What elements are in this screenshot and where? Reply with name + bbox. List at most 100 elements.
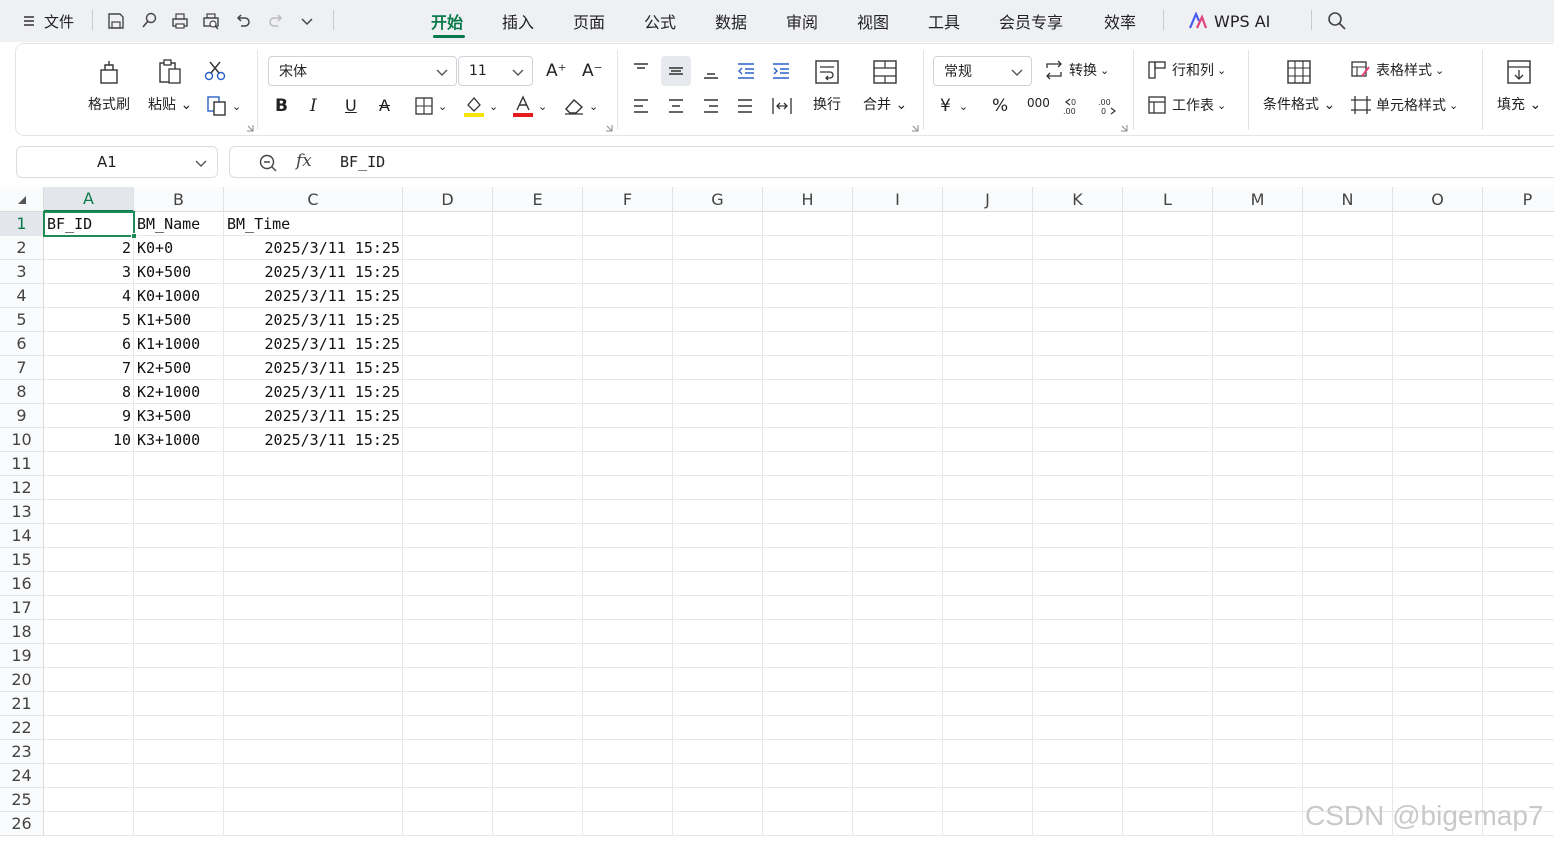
tab-efficiency[interactable]: 效率	[1104, 0, 1136, 42]
cell-bf-id[interactable]: 7	[44, 356, 134, 380]
row-header-22[interactable]: 22	[0, 716, 44, 740]
align-left-button[interactable]	[632, 98, 650, 114]
bold-button[interactable]: B	[275, 96, 288, 116]
row-header-8[interactable]: 8	[0, 380, 44, 404]
tab-data[interactable]: 数据	[715, 0, 747, 42]
function-wizard-button[interactable]: fx	[296, 151, 312, 171]
row-header-2[interactable]: 2	[0, 236, 44, 260]
row-header-11[interactable]: 11	[0, 452, 44, 476]
column-header-a[interactable]: A	[44, 187, 134, 212]
currency-format-button[interactable]: ¥ ⌄	[940, 96, 968, 116]
header-cell[interactable]: BF_ID	[44, 212, 134, 236]
cell-bm-name[interactable]: K3+500	[134, 404, 224, 428]
conditional-format-button[interactable]: 条件格式 ⌄	[1263, 58, 1335, 114]
decrease-decimal-button[interactable]: .00 0	[1097, 95, 1119, 115]
cell-bm-name[interactable]: K1+500	[134, 308, 224, 332]
row-header-14[interactable]: 14	[0, 524, 44, 548]
select-all-button[interactable]	[0, 187, 44, 212]
row-header-18[interactable]: 18	[0, 620, 44, 644]
format-painter-button[interactable]: 格式刷	[88, 58, 130, 114]
group-launcher-icon[interactable]	[246, 124, 254, 132]
cell-bm-time[interactable]: 2025/3/11 15:25	[224, 284, 403, 308]
header-cell[interactable]: BM_Name	[134, 212, 224, 236]
align-middle-button[interactable]	[661, 56, 691, 86]
print-preview-button[interactable]	[201, 0, 221, 42]
cell-bm-time[interactable]: 2025/3/11 15:25	[224, 236, 403, 260]
row-header-26[interactable]: 26	[0, 812, 44, 836]
cell-bf-id[interactable]: 3	[44, 260, 134, 284]
row-header-25[interactable]: 25	[0, 788, 44, 812]
cell-bm-name[interactable]: K3+1000	[134, 428, 224, 452]
row-header-9[interactable]: 9	[0, 404, 44, 428]
row-header-1[interactable]: 1	[0, 212, 44, 236]
paste-button[interactable]: 粘贴 ⌄	[148, 58, 192, 114]
cell-bf-id[interactable]: 9	[44, 404, 134, 428]
row-header-7[interactable]: 7	[0, 356, 44, 380]
distributed-align-button[interactable]	[771, 97, 793, 115]
cell-bm-time[interactable]: 2025/3/11 15:25	[224, 308, 403, 332]
align-bottom-button[interactable]	[702, 64, 720, 80]
align-top-button[interactable]	[632, 62, 650, 78]
worksheet-button[interactable]: 工作表 ⌄	[1147, 95, 1226, 115]
decrease-font-button[interactable]: A⁻	[582, 61, 603, 81]
increase-indent-button[interactable]	[771, 62, 791, 80]
fill-color-button[interactable]: ⌄	[463, 94, 498, 118]
group-launcher-icon[interactable]	[1120, 124, 1128, 132]
cell-bm-name[interactable]: K2+500	[134, 356, 224, 380]
cell-bm-time[interactable]: 2025/3/11 15:25	[224, 428, 403, 452]
table-style-button[interactable]: 表格样式 ⌄	[1350, 60, 1444, 80]
row-header-20[interactable]: 20	[0, 668, 44, 692]
tab-insert[interactable]: 插入	[502, 0, 534, 42]
column-header-c[interactable]: C	[224, 187, 403, 212]
column-header-n[interactable]: N	[1303, 187, 1393, 212]
row-header-5[interactable]: 5	[0, 308, 44, 332]
row-header-4[interactable]: 4	[0, 284, 44, 308]
group-launcher-icon[interactable]	[605, 124, 613, 132]
header-cell[interactable]: BM_Time	[224, 212, 403, 236]
clear-format-button[interactable]: ⌄	[563, 96, 598, 116]
cell-bm-time[interactable]: 2025/3/11 15:25	[224, 332, 403, 356]
group-launcher-icon[interactable]	[911, 124, 919, 132]
column-header-f[interactable]: F	[583, 187, 673, 212]
cell-bm-time[interactable]: 2025/3/11 15:25	[224, 380, 403, 404]
tab-formulas[interactable]: 公式	[644, 0, 676, 42]
cell-bm-name[interactable]: K1+1000	[134, 332, 224, 356]
row-header-6[interactable]: 6	[0, 332, 44, 356]
cell-bf-id[interactable]: 6	[44, 332, 134, 356]
row-header-17[interactable]: 17	[0, 596, 44, 620]
column-header-d[interactable]: D	[403, 187, 493, 212]
print-button[interactable]	[170, 0, 190, 42]
cell-bf-id[interactable]: 2	[44, 236, 134, 260]
column-header-b[interactable]: B	[134, 187, 224, 212]
percent-format-button[interactable]: %	[992, 96, 1008, 116]
fill-handle[interactable]	[131, 233, 137, 239]
cell-bm-name[interactable]: K0+500	[134, 260, 224, 284]
column-header-m[interactable]: M	[1213, 187, 1303, 212]
wps-ai-button[interactable]: WPS AI	[1188, 0, 1270, 42]
cut-button[interactable]	[203, 60, 227, 82]
save-button[interactable]	[106, 0, 126, 42]
font-family-select[interactable]: 宋体	[268, 56, 457, 86]
tab-view[interactable]: 视图	[857, 0, 889, 42]
row-header-10[interactable]: 10	[0, 428, 44, 452]
cell-bf-id[interactable]: 10	[44, 428, 134, 452]
name-box[interactable]: A1	[16, 146, 218, 178]
copy-button[interactable]: ⌄	[206, 95, 241, 117]
strikethrough-button[interactable]: A	[379, 96, 390, 115]
zoom-icon[interactable]	[258, 153, 278, 173]
column-header-h[interactable]: H	[763, 187, 853, 212]
merge-button[interactable]: 合并 ⌄	[863, 58, 907, 114]
search-button[interactable]	[1327, 0, 1347, 42]
wrap-text-button[interactable]: 换行	[813, 58, 841, 114]
tab-member[interactable]: 会员专享	[999, 0, 1063, 42]
cell-bm-name[interactable]: K0+0	[134, 236, 224, 260]
column-header-p[interactable]: P	[1483, 187, 1554, 212]
quick-access-dropdown[interactable]	[300, 0, 314, 42]
convert-button[interactable]: 转换 ⌄	[1044, 60, 1109, 80]
justify-button[interactable]	[736, 98, 754, 114]
cell-bf-id[interactable]: 8	[44, 380, 134, 404]
font-color-button[interactable]: ⌄	[512, 94, 547, 118]
column-header-l[interactable]: L	[1123, 187, 1213, 212]
row-header-16[interactable]: 16	[0, 572, 44, 596]
row-header-24[interactable]: 24	[0, 764, 44, 788]
